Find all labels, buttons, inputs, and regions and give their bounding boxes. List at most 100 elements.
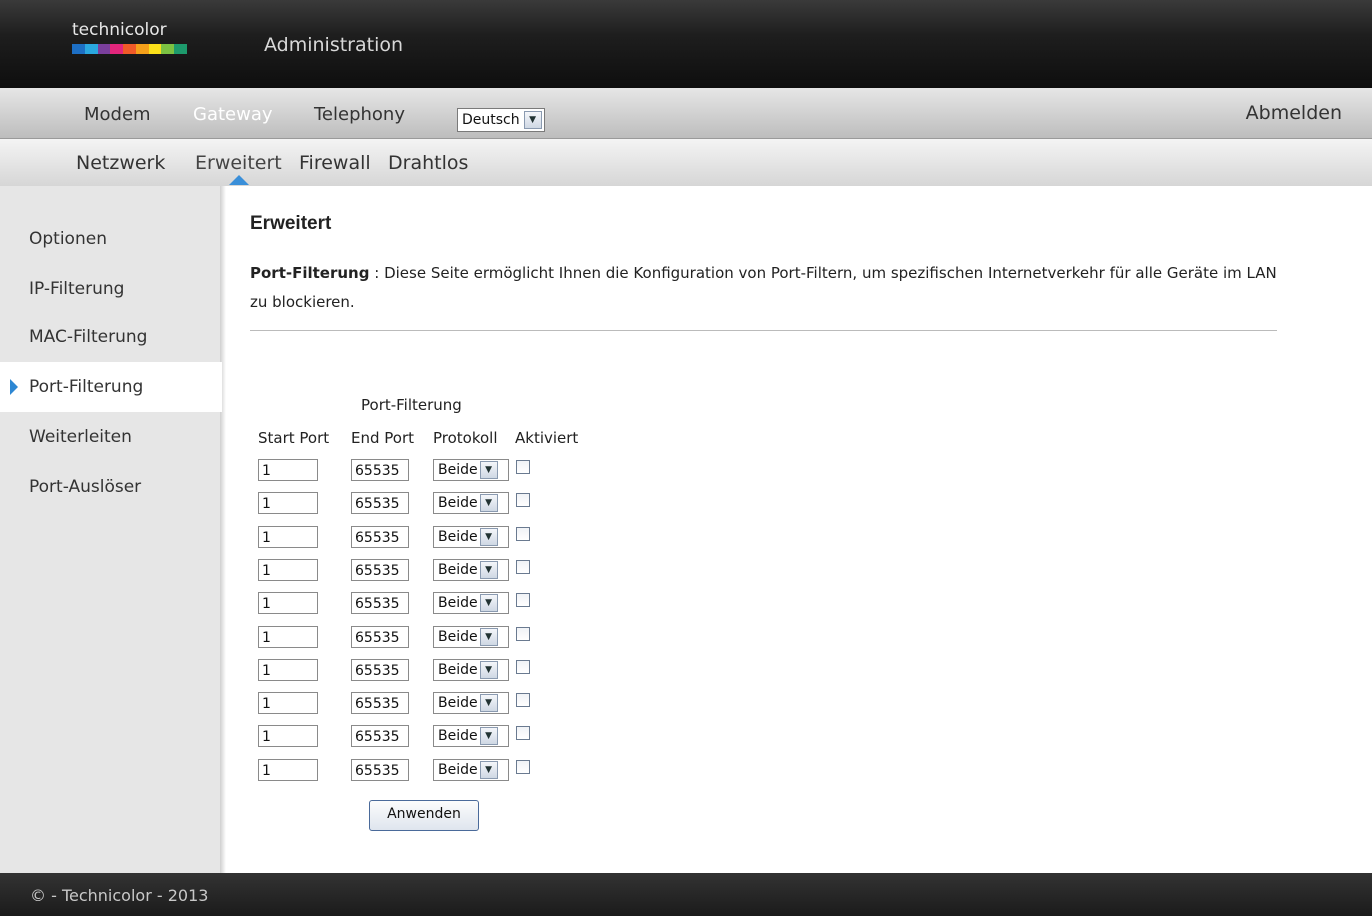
caret-right-icon — [10, 379, 18, 395]
protocol-select[interactable]: Beide ▼ — [433, 759, 509, 781]
enabled-checkbox[interactable] — [516, 527, 530, 541]
logo-color-segment — [123, 44, 136, 54]
logo-text: technicolor — [72, 20, 167, 40]
chevron-down-icon: ▼ — [479, 528, 498, 546]
start-port-input[interactable]: 1 — [258, 592, 318, 614]
chevron-down-icon: ▼ — [479, 694, 498, 712]
protocol-value: Beide — [438, 762, 478, 778]
enabled-checkbox[interactable] — [516, 760, 530, 774]
enabled-checkbox[interactable] — [516, 660, 530, 674]
enabled-checkbox[interactable] — [516, 560, 530, 574]
language-select[interactable]: Deutsch ▼ — [457, 108, 545, 132]
start-port-input[interactable]: 1 — [258, 692, 318, 714]
nav-modem[interactable]: Modem — [84, 104, 151, 125]
nav-telephony[interactable]: Telephony — [314, 104, 405, 125]
chevron-down-icon: ▼ — [479, 494, 498, 512]
description-heading: Port-Filterung — [250, 264, 370, 282]
logo-color-segment — [72, 44, 85, 54]
enabled-checkbox[interactable] — [516, 726, 530, 740]
subnav-drahtlos[interactable]: Drahtlos — [388, 152, 468, 174]
sidebar-item-optionen[interactable]: Optionen — [29, 229, 107, 249]
start-port-input[interactable]: 1 — [258, 659, 318, 681]
header-enabled: Aktiviert — [515, 429, 579, 447]
apply-button[interactable]: Anwenden — [369, 800, 479, 831]
protocol-select[interactable]: Beide ▼ — [433, 659, 509, 681]
start-port-input[interactable]: 1 — [258, 725, 318, 747]
end-port-input[interactable]: 65535 — [351, 759, 409, 781]
logo-color-segment — [135, 44, 149, 54]
technicolor-logo[interactable]: technicolor — [72, 20, 188, 54]
start-port-input[interactable]: 1 — [258, 459, 318, 481]
logo-color-segment — [97, 44, 111, 54]
description-separator: : — [369, 264, 385, 282]
protocol-value: Beide — [438, 695, 478, 711]
logo-color-segment — [110, 44, 124, 54]
protocol-select[interactable]: Beide ▼ — [433, 626, 509, 648]
protocol-select[interactable]: Beide ▼ — [433, 692, 509, 714]
protocol-value: Beide — [438, 495, 478, 511]
protocol-value: Beide — [438, 562, 478, 578]
app-title: Administration — [264, 34, 404, 56]
end-port-input[interactable]: 65535 — [351, 725, 409, 747]
chevron-down-icon: ▼ — [479, 594, 498, 612]
chevron-down-icon: ▼ — [479, 628, 498, 646]
logo-color-segment — [161, 44, 175, 54]
subnav-netzwerk[interactable]: Netzwerk — [76, 152, 165, 174]
end-port-input[interactable]: 65535 — [351, 692, 409, 714]
enabled-checkbox[interactable] — [516, 627, 530, 641]
end-port-input[interactable]: 65535 — [351, 626, 409, 648]
language-value: Deutsch — [462, 112, 520, 128]
header-start-port: Start Port — [258, 429, 330, 447]
enabled-checkbox[interactable] — [516, 460, 530, 474]
nav-gateway[interactable]: Gateway — [193, 104, 273, 125]
sidebar-item-ip-filterung[interactable]: IP-Filterung — [29, 279, 124, 299]
sidebar-shadow — [220, 186, 226, 873]
sidebar-item-port-ausloeser[interactable]: Port-Auslöser — [29, 477, 141, 497]
end-port-input[interactable]: 65535 — [351, 659, 409, 681]
protocol-value: Beide — [438, 595, 478, 611]
start-port-input[interactable]: 1 — [258, 759, 318, 781]
subnav-firewall[interactable]: Firewall — [299, 152, 371, 174]
protocol-value: Beide — [438, 629, 478, 645]
protocol-select[interactable]: Beide ▼ — [433, 592, 509, 614]
chevron-down-icon: ▼ — [523, 111, 542, 129]
protocol-select[interactable]: Beide ▼ — [433, 559, 509, 581]
protocol-value: Beide — [438, 529, 478, 545]
active-tab-indicator-icon — [229, 175, 249, 185]
logo-color-bar — [72, 44, 188, 54]
description-text: Diese Seite ermöglicht Ihnen die Konfigu… — [250, 264, 1277, 311]
enabled-checkbox[interactable] — [516, 693, 530, 707]
end-port-input[interactable]: 65535 — [351, 526, 409, 548]
end-port-input[interactable]: 65535 — [351, 559, 409, 581]
sidebar-item-port-filterung[interactable]: Port-Filterung — [29, 377, 143, 397]
logo-color-segment — [148, 44, 162, 54]
chevron-down-icon: ▼ — [479, 661, 498, 679]
chevron-down-icon: ▼ — [479, 761, 498, 779]
start-port-input[interactable]: 1 — [258, 559, 318, 581]
protocol-value: Beide — [438, 662, 478, 678]
page-description: Port-Filterung : Diese Seite ermöglicht … — [250, 259, 1290, 317]
page-title: Erweitert — [250, 213, 332, 234]
start-port-input[interactable]: 1 — [258, 626, 318, 648]
protocol-select[interactable]: Beide ▼ — [433, 459, 509, 481]
protocol-select[interactable]: Beide ▼ — [433, 725, 509, 747]
end-port-input[interactable]: 65535 — [351, 459, 409, 481]
protocol-select[interactable]: Beide ▼ — [433, 526, 509, 548]
sidebar-item-weiterleiten[interactable]: Weiterleiten — [29, 427, 132, 447]
subnav-erweitert[interactable]: Erweitert — [195, 152, 282, 174]
protocol-value: Beide — [438, 462, 478, 478]
end-port-input[interactable]: 65535 — [351, 492, 409, 514]
table-caption: Port-Filterung — [361, 396, 462, 414]
start-port-input[interactable]: 1 — [258, 492, 318, 514]
protocol-select[interactable]: Beide ▼ — [433, 492, 509, 514]
sidebar-item-mac-filterung[interactable]: MAC-Filterung — [29, 327, 147, 347]
start-port-input[interactable]: 1 — [258, 526, 318, 548]
end-port-input[interactable]: 65535 — [351, 592, 409, 614]
logo-color-segment — [84, 44, 98, 54]
enabled-checkbox[interactable] — [516, 593, 530, 607]
chevron-down-icon: ▼ — [479, 461, 498, 479]
enabled-checkbox[interactable] — [516, 493, 530, 507]
header-end-port: End Port — [351, 429, 415, 447]
logout-link[interactable]: Abmelden — [1246, 102, 1342, 124]
logo-color-segment — [174, 44, 188, 54]
